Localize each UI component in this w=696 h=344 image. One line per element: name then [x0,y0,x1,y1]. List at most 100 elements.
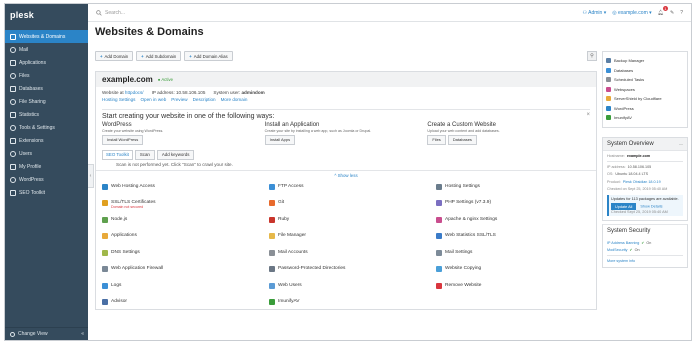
quick-link-webspaces[interactable]: Webspaces [606,85,684,95]
seo-toolkit-link[interactable]: SEO Toolkit [102,149,133,160]
tool-web-hosting-access[interactable]: Web Hosting Access [102,183,269,194]
tool-mail-accounts[interactable]: Mail Accounts [269,249,436,260]
quick-link-servershield-by-cloudflare[interactable]: ServerShield by Cloudflare [606,94,684,104]
collapse-icon[interactable]: — [679,141,683,147]
imunifyav-icon [269,299,275,305]
more-system-info-link[interactable]: More system info [607,259,635,263]
more-info-row: More system info [607,257,683,265]
sidebar-item-statistics[interactable]: Statistics [5,108,88,121]
search-input[interactable]: Search... [105,10,125,16]
hosting-settings-link[interactable]: Hosting Settings [102,97,135,102]
applications-icon [10,59,16,66]
tool-node-js[interactable]: Node.js [102,216,269,227]
domain-status-badge[interactable]: Active [158,77,173,82]
ftp-access-icon [269,183,275,190]
tool-php-settings-v7-3-9[interactable]: PHP Settings (v7.3.9) [436,200,602,210]
tool-dns-settings[interactable]: DNS Settings [102,249,269,260]
tool-ftp-access[interactable]: FTP Access [269,183,436,194]
tool-ruby[interactable]: Ruby [269,216,436,227]
quick-link-imunifyav[interactable]: ImunifyAV [606,113,684,123]
sidebar-item-databases[interactable]: Databases [5,82,88,95]
quick-link-label: WordPress [614,105,634,111]
web-statistics-ssl-tls-icon [436,233,442,239]
change-view-button[interactable]: Change View « [5,327,88,340]
tool-file-manager[interactable]: File Manager [269,233,436,243]
install-apps-button[interactable]: Install Apps [264,134,296,145]
files-button[interactable]: Files [427,134,446,145]
tool-apache-nginx-settings[interactable]: Apache & nginx Settings [436,216,602,227]
tool-text: SSL/TLS Certificates Domain not secured [111,200,156,209]
quick-link-scheduled-tasks[interactable]: Scheduled Tasks [606,75,684,85]
sidebar-item-my-profile[interactable]: My Profile [5,160,88,173]
sidebar-item-mail[interactable]: Mail [5,43,88,56]
domain-name[interactable]: example.com [102,75,153,84]
tool-label: Apache & nginx Settings [445,216,498,222]
tool-text: Hosting Settings [445,184,480,189]
sidebar-item-extensions[interactable]: Extensions [5,134,88,147]
search-box[interactable]: Search... [96,10,566,16]
show-less-link[interactable]: ^ Show less [96,169,596,180]
web-application-firewall-icon [102,266,108,272]
add-domain-alias-button[interactable]: + Add Domain Alias [184,51,233,61]
docroot-link[interactable]: httpdocs/ [125,90,144,95]
tool-web-statistics-ssl-tls[interactable]: Web Statistics SSL/TLS [436,233,602,243]
tool-web-application-firewall[interactable]: Web Application Firewall [102,266,269,276]
quick-link-databases[interactable]: Databases [606,66,684,76]
system-overview-header: System Overview — [603,137,687,151]
tool-imunifyav[interactable]: ImunifyAV [269,299,436,309]
tool-web-users[interactable]: Web Users [269,282,436,293]
quick-link-backup-manager[interactable]: Backup Manager [606,56,684,66]
show-details-link[interactable]: Show Details [640,205,662,209]
list-settings-button[interactable]: ⚲ [587,51,597,61]
open-in-web-link[interactable]: Open in web [140,97,166,102]
tool-advisor[interactable]: Advisor [102,299,269,309]
scan-button[interactable]: Scan [134,149,155,160]
tool-applications[interactable]: Applications [102,233,269,243]
quick-link-wordpress[interactable]: WordPress [606,104,684,114]
databases-button[interactable]: Databases [447,134,477,145]
feedback-button[interactable]: ✎ [670,10,674,16]
dns-settings-icon [102,249,108,256]
seo-toolkit-row: SEO Toolkit Scan Add keywords [102,149,590,160]
sidebar-collapse-handle[interactable]: ‹ [88,164,94,188]
sidebar-item-tools-settings[interactable]: Tools & Settings [5,121,88,134]
update-all-button[interactable]: Update All [611,203,637,210]
preview-link[interactable]: Preview [171,97,187,102]
notifications-button[interactable]: 🔔︎ 1 [658,5,669,16]
tool-logs[interactable]: Logs [102,282,269,293]
tool-text: Git [278,200,284,205]
tool-ssl-tls-certificates[interactable]: SSL/TLS Certificates Domain not secured [102,200,269,210]
ip-banning-link[interactable]: IP Address Banning [607,241,639,245]
subscription-menu[interactable]: ◎ example.com ▾ [612,10,651,16]
sidebar-item-file-sharing[interactable]: File Sharing [5,95,88,108]
sidebar-item-wordpress[interactable]: WordPress [5,173,88,186]
help-button[interactable]: ? [680,10,683,16]
collapse-arrow-icon[interactable]: « [81,331,84,337]
description-link[interactable]: Description [193,97,216,102]
user-menu[interactable]: ⚇ Admin ▾ [583,10,607,16]
tool-website-copying[interactable]: Website Copying [436,266,602,276]
tool-git[interactable]: Git [269,200,436,210]
globe-icon: ◎ [612,9,617,16]
more-domain-link[interactable]: More domain [221,97,248,102]
product-link[interactable]: Plesk Obsidian 18.0.19 [623,180,661,184]
install-wordpress-button[interactable]: Install WordPress [102,134,144,145]
users-icon [10,150,16,157]
tool-hosting-settings[interactable]: Hosting Settings [436,183,602,194]
plesk-logo[interactable]: plesk [5,4,88,30]
sidebar-item-applications[interactable]: Applications [5,56,88,69]
sidebar-item-websites-domains[interactable]: Websites & Domains [5,30,88,43]
user-name: Admin [588,9,603,16]
modsecurity-link[interactable]: ModSecurity [607,248,628,252]
add-keywords-button[interactable]: Add keywords [156,149,195,160]
add-subdomain-button[interactable]: + Add Subdomain [136,51,182,61]
tool-remove-website[interactable]: Remove Website [436,282,602,293]
add-domain-button[interactable]: + Add Domain [95,51,134,61]
sidebar-item-files[interactable]: Files [5,69,88,82]
tool-mail-settings[interactable]: Mail Settings [436,249,602,260]
close-icon[interactable]: × [586,112,590,118]
sidebar-item-users[interactable]: Users [5,147,88,160]
sidebar-item-seo-toolkit[interactable]: SEO Toolkit [5,186,88,199]
tool-password-protected-directories[interactable]: Password-Protected Directories [269,266,436,276]
sidebar-item-label: File Sharing [19,98,46,105]
